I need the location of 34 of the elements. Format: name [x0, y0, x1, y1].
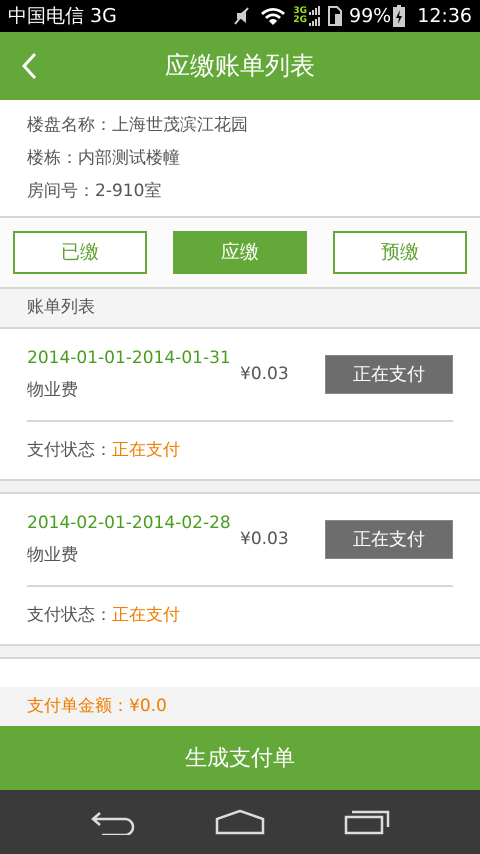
tab[interactable]: 已缴 — [13, 231, 147, 274]
info-text: 楼栋：内部测试楼幢 — [27, 147, 181, 170]
network-label: 3G — [293, 7, 307, 16]
bill-item: 物业费 — [27, 378, 79, 402]
bill-amount: ¥0.03 — [240, 528, 290, 551]
pay-status-button[interactable]: 正在支付 — [325, 355, 453, 394]
tab[interactable]: 应缴 — [173, 231, 307, 274]
recent-apps-icon[interactable] — [344, 809, 390, 835]
battery-percent: 99% — [349, 4, 392, 29]
status-label: 支付状态： — [27, 604, 112, 627]
generate-payment-button[interactable]: 生成支付单 — [0, 726, 480, 790]
bill-amount: ¥0.03 — [240, 362, 290, 386]
wifi-icon — [259, 5, 288, 27]
back-nav-icon[interactable] — [90, 809, 136, 835]
network-label: 2G — [293, 16, 307, 25]
bill-period: 2014-02-01-2014-02-28 — [27, 512, 232, 535]
sim-card-icon — [327, 5, 343, 27]
battery-icon — [393, 5, 406, 27]
clock-text: 12:36 — [417, 4, 472, 29]
home-icon[interactable] — [214, 809, 265, 835]
tab[interactable]: 预缴 — [333, 231, 467, 274]
status-label: 支付状态： — [27, 438, 112, 462]
status-value: 正在支付 — [112, 438, 180, 462]
pay-status-button[interactable]: 正在支付 — [325, 520, 453, 559]
section-heading: 账单列表 — [0, 289, 480, 329]
bill-item: 物业费 — [27, 544, 79, 566]
carrier-text: 中国电信 3G — [8, 4, 117, 29]
total-amount: 支付单金额：¥0.0 — [0, 687, 480, 726]
page-title: 应缴账单列表 — [165, 50, 315, 82]
signal-icon — [309, 6, 321, 26]
info-text: 楼盘名称：上海世茂滨江花园 — [27, 114, 249, 137]
info-text: 房间号：2-910室 — [27, 180, 162, 203]
bill-period: 2014-01-01-2014-01-31 — [27, 347, 232, 370]
status-value: 正在支付 — [112, 604, 180, 627]
